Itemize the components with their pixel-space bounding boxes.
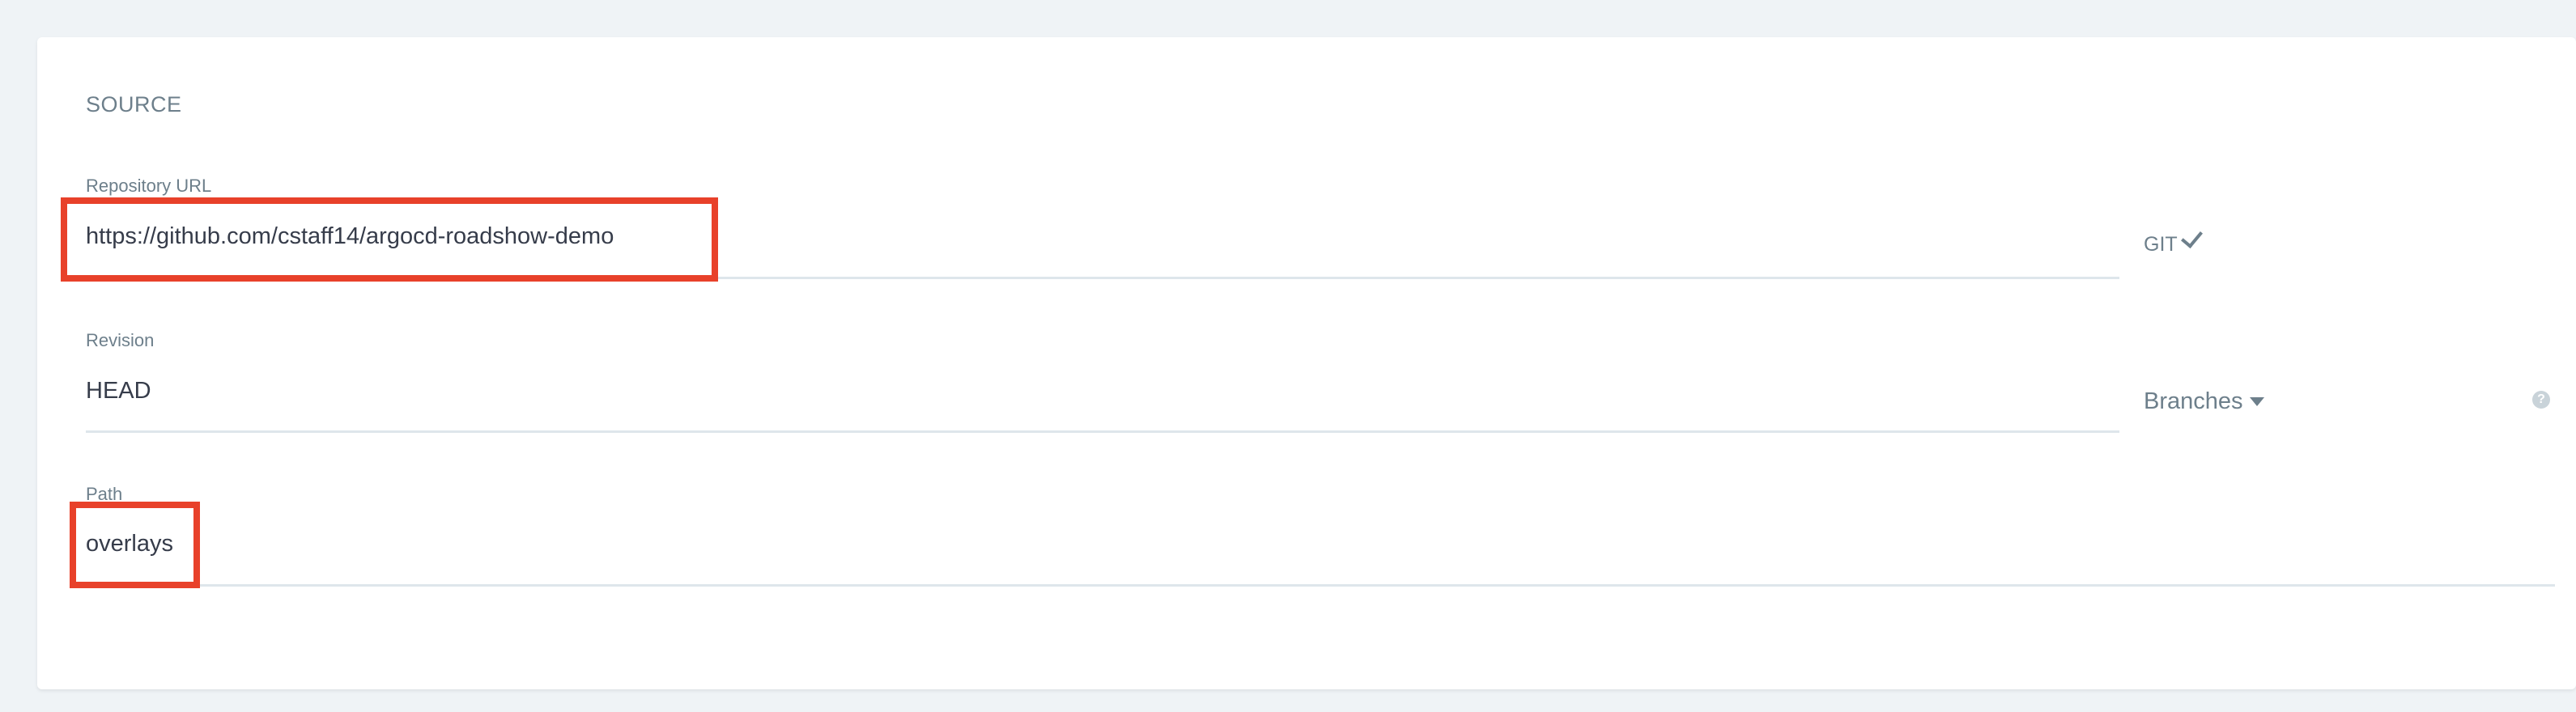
branches-dropdown[interactable]: Branches	[2144, 388, 2264, 415]
repository-url-highlight	[61, 197, 718, 282]
revision-input[interactable]: HEAD	[86, 378, 151, 405]
caret-down-icon	[2249, 397, 2264, 406]
repo-type-indicator: GIT	[2144, 225, 2203, 256]
section-title: SOURCE	[86, 92, 182, 117]
path-underline	[86, 584, 2555, 587]
branches-dropdown-label: Branches	[2144, 388, 2243, 414]
revision-label: Revision	[86, 330, 155, 350]
repo-type-label: GIT	[2144, 233, 2178, 256]
path-highlight	[70, 502, 200, 588]
source-panel	[37, 37, 2576, 689]
repository-url-label: Repository URL	[86, 176, 212, 196]
revision-underline	[86, 430, 2119, 433]
help-icon[interactable]: ?	[2532, 391, 2550, 409]
